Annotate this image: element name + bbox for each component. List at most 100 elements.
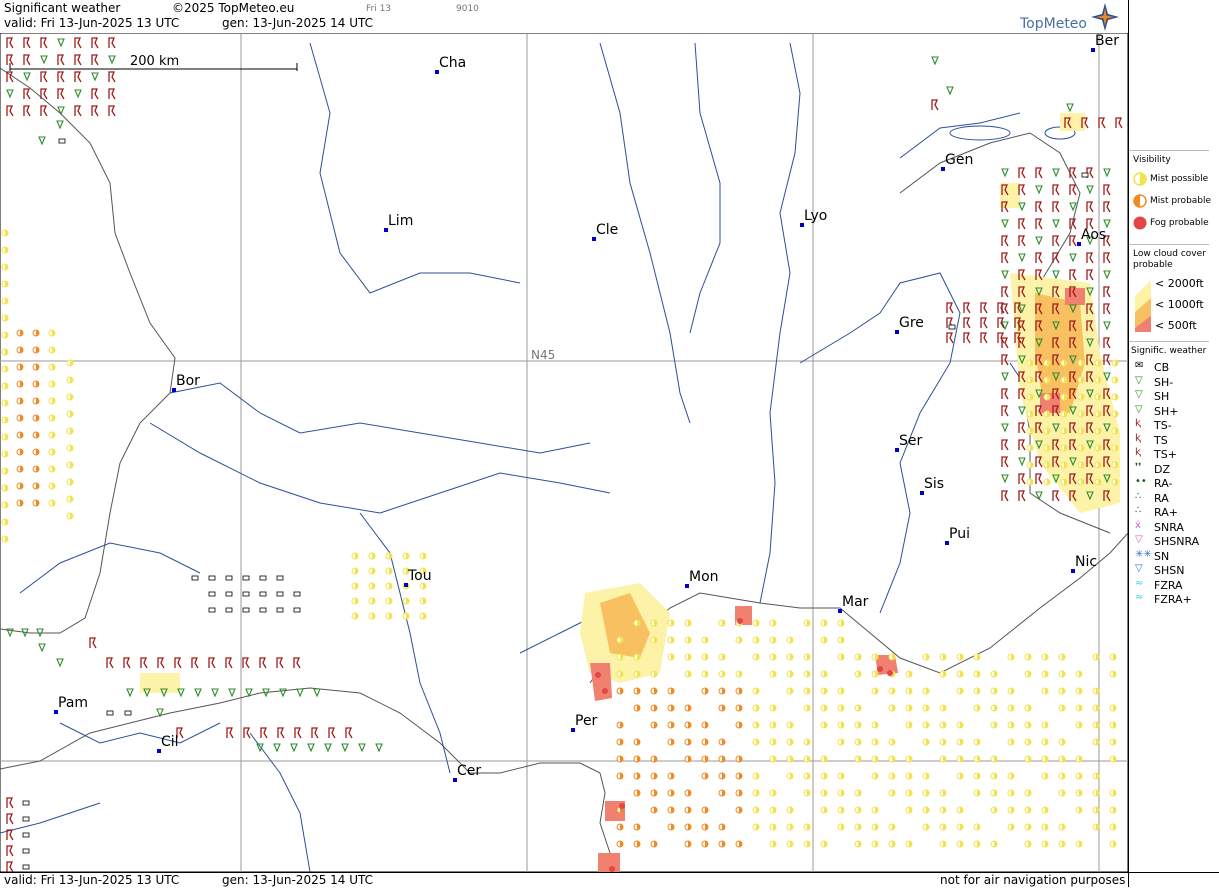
sigwx-legend-icon: ✉: [1135, 360, 1144, 371]
fog-mark: [619, 803, 625, 809]
cb-mark: [259, 575, 267, 581]
city-label: Per: [575, 713, 598, 729]
fog-mark: [887, 670, 893, 676]
fog-mark: [595, 672, 601, 678]
sigwx-legend-icon: ▽: [1135, 389, 1143, 400]
topmeteo-logo: TopMeteo: [1020, 2, 1120, 32]
lowcloud-title-line2: probable: [1133, 260, 1173, 270]
cb-mark: [259, 607, 267, 613]
cb-mark: [276, 591, 284, 597]
city-label: Nic: [1075, 554, 1098, 570]
sigwx-legend-label: DZ: [1154, 462, 1171, 476]
cb-mark: [58, 138, 66, 144]
city-label: Pam: [58, 695, 89, 711]
cb-mark: [242, 607, 250, 613]
sigwx-legend-label: SH+: [1154, 404, 1179, 418]
cb-mark: [22, 816, 30, 822]
lowcloud-gradient-icon: [1135, 280, 1151, 332]
fog-mark: [877, 666, 883, 672]
sigwx-legend-icon: ∴: [1135, 490, 1142, 502]
sigwx-legend-label: RA: [1154, 491, 1169, 505]
latitude-label: N45: [531, 348, 555, 362]
city-label: Mon: [689, 569, 719, 585]
mist-possible-icon: [1133, 172, 1147, 186]
sigwx-legend-icon: ••: [1135, 476, 1147, 487]
cb-mark: [124, 710, 132, 716]
map-header: Significant weather ©2025 TopMeteo.eu Fr…: [0, 0, 1128, 33]
sigwx-legend-icon: ▽: [1135, 563, 1143, 574]
cb-mark: [293, 591, 301, 597]
cb-mark: [242, 591, 250, 597]
legend-cloud-1000: < 1000ft: [1155, 298, 1204, 311]
header-day-small: Fri 13: [366, 4, 392, 14]
sigwx-legend-label: TS+: [1154, 448, 1177, 461]
sigwx-legend-label: TS: [1154, 433, 1168, 447]
cb-mark: [259, 591, 267, 597]
city-label: Tou: [408, 568, 432, 584]
cb-mark: [208, 607, 216, 613]
logo-text: TopMeteo: [1020, 16, 1087, 32]
copyright-text: ©2025 TopMeteo.eu: [172, 1, 295, 15]
sigwx-legend-icon: ▽: [1135, 374, 1143, 386]
chart-title: Significant weather: [4, 1, 121, 15]
sigwx-legend-label: SNRA: [1154, 520, 1184, 534]
sigwx-legend-label: CB: [1154, 361, 1170, 374]
cb-mark: [293, 607, 301, 613]
sigwx-legend-icon: ▽: [1135, 403, 1143, 415]
city-label: Gen: [945, 152, 974, 168]
header-code-small: 9010: [456, 4, 479, 14]
cb-mark: [225, 575, 233, 581]
fog-mark: [737, 618, 743, 624]
cb-mark: [948, 324, 956, 330]
cb-mark: [225, 607, 233, 613]
valid-time: valid: Fri 13-Jun-2025 13 UTC: [4, 16, 180, 30]
sigwx-legend-icon: ≈: [1135, 592, 1144, 603]
city-label: Aos: [1081, 227, 1107, 243]
city-label: Cer: [457, 763, 482, 779]
scale-label: 200 km: [130, 54, 179, 69]
sigwx-legend-icon: ⱪ: [1135, 447, 1141, 458]
sigwx-legend-icon: ≈: [1135, 577, 1144, 589]
legend-mist-possible: Mist possible: [1150, 174, 1209, 184]
sigwx-legend-icon: ⱪ: [1135, 418, 1141, 429]
footer-generated-time: gen: 13-Jun-2025 14 UTC: [222, 873, 374, 887]
sigwx-legend-label: SHSN: [1154, 564, 1185, 577]
city-label: Lim: [388, 213, 414, 229]
visibility-title: Visibility: [1133, 155, 1171, 165]
city-label: Sis: [924, 476, 945, 492]
map-footer: valid: Fri 13-Jun-2025 13 UTC gen: 13-Ju…: [0, 872, 1219, 888]
fog-mark: [602, 688, 608, 694]
compass-star-icon: [1091, 3, 1119, 31]
sigwx-title: Signific. weather: [1131, 346, 1207, 356]
sigwx-legend-label: RA-: [1154, 477, 1173, 490]
sigwx-legend-icon: ⱪ: [1135, 432, 1141, 444]
city-label: Cle: [596, 222, 619, 238]
cb-mark: [22, 832, 30, 838]
cb-mark: [106, 710, 114, 716]
mist-probable-icon: [1133, 194, 1147, 208]
sigwx-legend-label: FZRA+: [1154, 593, 1192, 606]
sigwx-legend-label: SN: [1154, 549, 1170, 563]
generated-time: gen: 13-Jun-2025 14 UTC: [222, 16, 374, 30]
lowcloud-title-line1: Low cloud cover: [1133, 249, 1206, 259]
sigwx-legend-label: TS-: [1154, 419, 1172, 432]
sigwx-legend-icon: ▽: [1135, 534, 1143, 545]
cb-mark: [1081, 172, 1089, 178]
footer-valid-time: valid: Fri 13-Jun-2025 13 UTC: [4, 873, 180, 887]
cb-mark: [276, 575, 284, 581]
city-label: Cil: [161, 734, 179, 750]
city-label: Bor: [176, 373, 200, 389]
legend-mist-probable: Mist probable: [1150, 196, 1212, 206]
city-label: Ser: [899, 433, 923, 449]
city-label: Ber: [1095, 33, 1119, 49]
city-label: Pui: [949, 526, 970, 542]
sigwx-legend-label: SH: [1154, 390, 1170, 403]
footer-disclaimer: not for air navigation purposes: [940, 873, 1126, 887]
legend-cloud-2000: < 2000ft: [1155, 277, 1204, 290]
sigwx-legend-label: SHSNRA: [1154, 535, 1200, 548]
city-label: Mar: [842, 594, 869, 610]
legend-cloud-500: < 500ft: [1155, 319, 1197, 332]
fog-probable-icon: [1133, 216, 1147, 230]
sigwx-legend-icon: ❜❜: [1135, 461, 1142, 473]
cb-mark: [208, 575, 216, 581]
